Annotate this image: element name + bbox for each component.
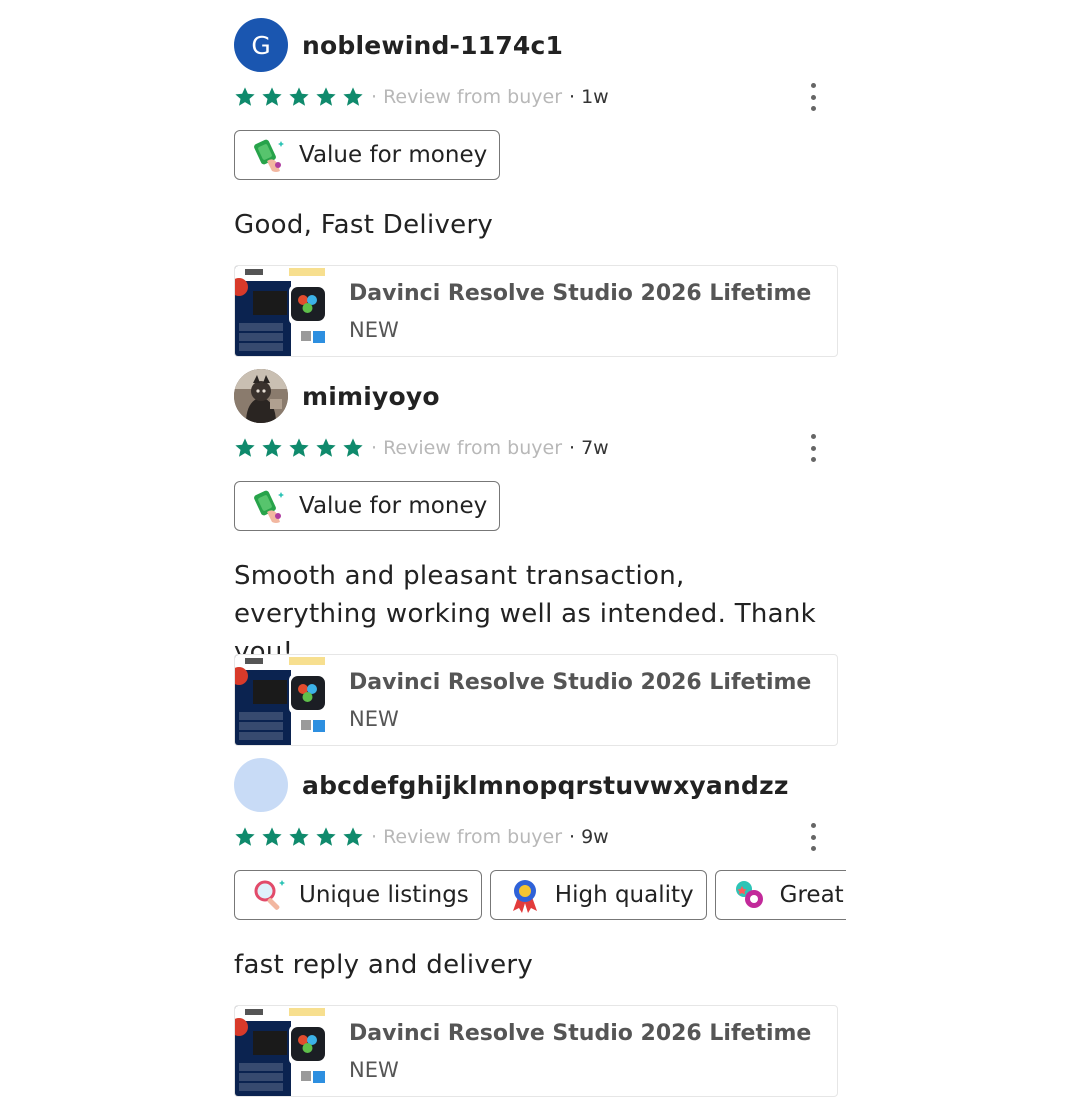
avatar[interactable]: G	[234, 18, 288, 72]
star-icon	[262, 827, 282, 846]
star-rating	[234, 826, 364, 848]
avatar-photo	[234, 369, 288, 423]
star-icon	[343, 827, 363, 846]
review-source: · Review from buyer	[371, 437, 563, 459]
star-icon	[316, 87, 336, 106]
product-card[interactable]: Davinci Resolve Studio 2026 Lifetime NEW	[234, 265, 838, 357]
tag-label: Great	[779, 882, 844, 908]
star-icon	[343, 87, 363, 106]
username[interactable]: abcdefghijklmnopqrstuvwxyandzz	[302, 771, 789, 800]
product-thumbnail	[235, 266, 331, 356]
tag-unique-listings[interactable]: Unique listings	[234, 870, 482, 920]
review-text: fast reply and delivery	[234, 950, 534, 980]
product-thumbnail	[235, 1006, 331, 1096]
chat-heart-icon	[735, 881, 763, 908]
star-icon	[316, 438, 336, 457]
tag-label: High quality	[554, 882, 694, 908]
star-rating	[234, 437, 364, 459]
username[interactable]: mimiyoyo	[302, 382, 440, 411]
magnifier-icon	[254, 880, 285, 910]
star-icon	[235, 87, 255, 106]
star-icon	[262, 438, 282, 457]
review-text: Good, Fast Delivery	[234, 210, 494, 240]
avatar[interactable]	[234, 369, 288, 423]
product-thumbnail	[235, 655, 331, 745]
product-image	[235, 266, 331, 356]
tag-great[interactable]: Great	[714, 870, 846, 920]
review-tags: Value for money	[234, 130, 846, 180]
review-source: · Review from buyer	[371, 86, 563, 108]
money-hand-icon	[254, 490, 284, 523]
review-header: G noblewind-1174c1	[234, 17, 563, 73]
review-meta: · Review from buyer · 7w	[234, 434, 830, 462]
product-card[interactable]: Davinci Resolve Studio 2026 Lifetime NEW	[234, 654, 838, 746]
review-meta: · Review from buyer · 1w	[234, 83, 830, 111]
avatar-letter: G	[251, 30, 271, 60]
product-title: Davinci Resolve Studio 2026 Lifetime	[349, 280, 812, 306]
more-vertical-icon[interactable]	[806, 823, 820, 851]
star-icon	[235, 438, 255, 457]
money-hand-icon	[254, 139, 284, 172]
star-icon	[235, 827, 255, 846]
review-time: · 9w	[569, 826, 609, 848]
review-source: · Review from buyer	[371, 826, 563, 848]
star-icon	[289, 438, 309, 457]
star-icon	[316, 827, 336, 846]
award-ribbon-icon	[512, 880, 537, 913]
star-icon	[289, 827, 309, 846]
review-tags: Value for money	[234, 481, 846, 531]
tag-value-for-money[interactable]: Value for money	[234, 130, 501, 180]
review-header: mimiyoyo	[234, 368, 440, 424]
product-image	[235, 655, 331, 745]
star-icon	[262, 87, 282, 106]
star-icon	[343, 438, 363, 457]
review-meta: · Review from buyer · 9w	[234, 823, 830, 851]
review-tags: Unique listings High quality Great	[234, 870, 846, 920]
tag-label: Unique listings	[299, 882, 469, 908]
star-icon	[289, 87, 309, 106]
product-title: Davinci Resolve Studio 2026 Lifetime	[349, 669, 812, 695]
product-variation: NEW	[349, 1057, 399, 1082]
review-time: · 7w	[569, 437, 609, 459]
username[interactable]: noblewind-1174c1	[302, 31, 563, 60]
more-vertical-icon[interactable]	[806, 434, 820, 462]
more-vertical-icon[interactable]	[806, 83, 820, 111]
product-variation: NEW	[349, 706, 399, 731]
product-variation: NEW	[349, 317, 399, 342]
tag-value-for-money[interactable]: Value for money	[234, 481, 501, 531]
product-title: Davinci Resolve Studio 2026 Lifetime	[349, 1020, 812, 1046]
tag-label: Value for money	[299, 142, 488, 168]
avatar[interactable]	[234, 758, 288, 812]
tag-label: Value for money	[299, 493, 488, 519]
review-time: · 1w	[569, 86, 609, 108]
tag-high-quality[interactable]: High quality	[489, 870, 707, 920]
review-header: abcdefghijklmnopqrstuvwxyandzz	[234, 757, 789, 813]
star-rating	[234, 86, 364, 108]
product-image	[235, 1006, 331, 1096]
product-card[interactable]: Davinci Resolve Studio 2026 Lifetime NEW	[234, 1005, 838, 1097]
